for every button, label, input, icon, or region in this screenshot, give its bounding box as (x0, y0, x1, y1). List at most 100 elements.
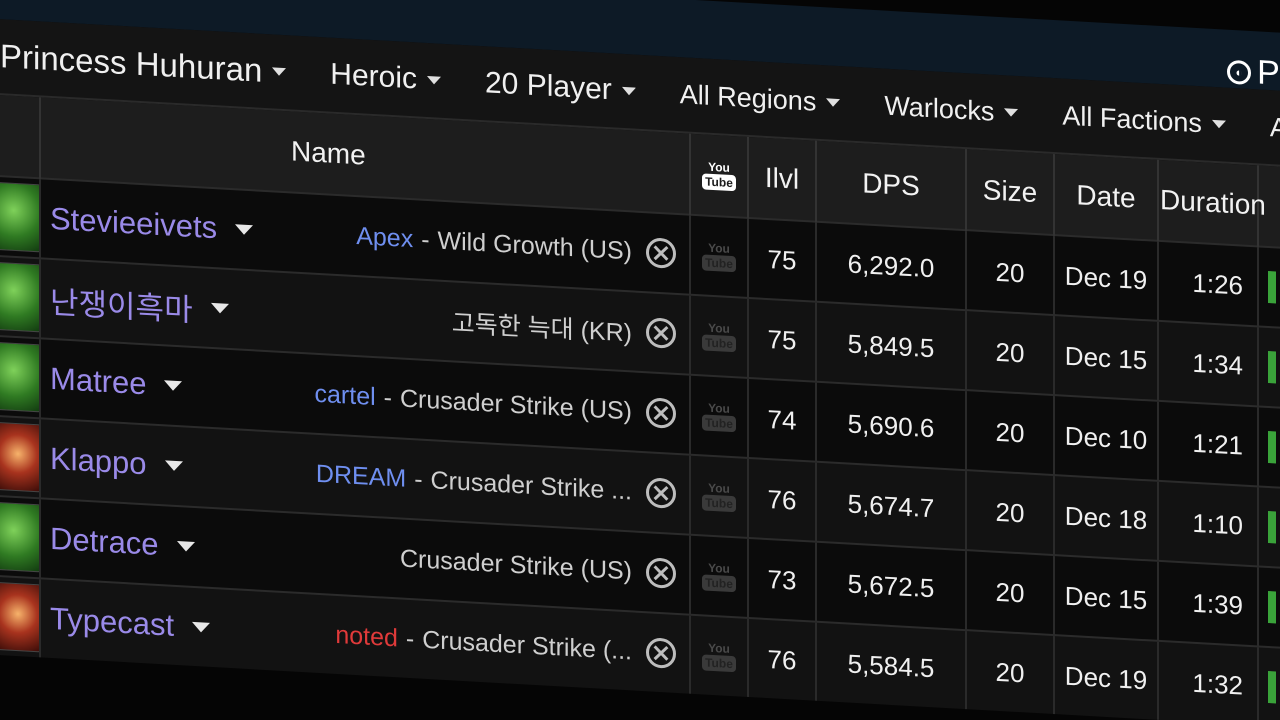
extra-cell (1258, 646, 1280, 720)
duration-value: 1:39 (1158, 560, 1258, 647)
caret-down-icon[interactable] (210, 302, 229, 314)
filter-encounter[interactable]: Princess Huhuran (0, 37, 310, 93)
extra-cell (1258, 406, 1280, 489)
guild-server: 고독한 늑대 (KR) (452, 303, 676, 352)
avatar-cell (0, 335, 41, 419)
server-name[interactable]: Crusader Strike (US) (400, 384, 632, 426)
server-name[interactable]: Crusader Strike ... (431, 466, 632, 506)
youtube-icon: You Tube (692, 159, 746, 192)
caret-down-icon[interactable] (164, 380, 183, 392)
header-size[interactable]: Size (966, 149, 1054, 236)
youtube-icon[interactable]: You Tube (692, 400, 746, 433)
header-dps[interactable]: DPS (816, 140, 966, 231)
server-name[interactable]: Wild Growth (US) (438, 226, 632, 266)
header-ilvl[interactable]: Ilvl (748, 136, 816, 222)
header-date[interactable]: Date (1054, 154, 1158, 241)
duration-value: 1:10 (1158, 480, 1258, 567)
status-bar (1268, 511, 1276, 544)
avatar[interactable] (0, 421, 41, 493)
avatar[interactable] (0, 261, 41, 333)
date-value: Dec 15 (1054, 315, 1158, 401)
player-name: 난쟁이흑마 (50, 284, 193, 328)
avatar[interactable] (0, 581, 41, 653)
youtube-icon[interactable]: You Tube (692, 240, 746, 273)
header-youtube[interactable]: You Tube (690, 133, 748, 218)
guild-name[interactable]: noted (335, 620, 398, 652)
status-bar (1268, 351, 1276, 384)
avatar-cell (0, 175, 41, 259)
caret-down-icon[interactable] (235, 224, 254, 236)
x-circle-icon[interactable] (646, 317, 676, 349)
date-value: Dec 18 (1054, 475, 1158, 561)
filter-faction[interactable]: All Factions (1042, 99, 1250, 142)
size-value: 20 (966, 390, 1054, 476)
player-name-link[interactable]: Matree (50, 360, 183, 404)
header-duration[interactable]: Duration (1158, 159, 1266, 247)
filter-class[interactable]: Warlocks (864, 89, 1042, 130)
status-bar (1268, 431, 1276, 464)
server-name[interactable]: 고독한 늑대 (KR) (452, 303, 632, 349)
size-value: 20 (966, 310, 1054, 396)
filter-faction-label: All Factions (1062, 100, 1202, 138)
server-name[interactable]: Crusader Strike (US) (400, 544, 632, 586)
extra-cell (1258, 326, 1280, 409)
guild-name[interactable]: cartel (315, 379, 376, 411)
player-name-link[interactable]: 난쟁이흑마 (50, 276, 229, 331)
caret-down-icon[interactable] (164, 460, 183, 472)
youtube-tube-label: Tube (702, 574, 736, 593)
youtube-icon[interactable]: You Tube (692, 320, 746, 353)
server-name[interactable]: Crusader Strike (... (422, 625, 632, 666)
avatar[interactable] (0, 341, 41, 413)
youtube-cell: You Tube (690, 454, 748, 538)
avatar[interactable] (0, 181, 41, 253)
youtube-icon[interactable]: You Tube (692, 640, 746, 673)
player-name-link[interactable]: Klappo (50, 441, 183, 484)
filter-region[interactable]: All Regions (660, 78, 865, 120)
filter-difficulty[interactable]: Heroic (310, 56, 465, 99)
youtube-you-label: You (708, 240, 730, 256)
youtube-cell: You Tube (690, 534, 748, 618)
guild-name[interactable]: DREAM (316, 459, 406, 493)
player-name-link[interactable]: Stevieeivets (50, 201, 254, 248)
youtube-cell: You Tube (690, 214, 748, 298)
caret-down-icon[interactable] (192, 621, 211, 633)
caret-down-icon (427, 75, 441, 85)
caret-down-icon[interactable] (176, 540, 195, 552)
youtube-icon[interactable]: You Tube (692, 560, 746, 593)
filter-size[interactable]: 20 Player (465, 65, 660, 110)
youtube-cell: You Tube (690, 374, 748, 458)
youtube-you-label: You (708, 400, 730, 416)
player-name: Typecast (50, 600, 175, 643)
player-name-link[interactable]: Detrace (50, 521, 195, 565)
player-name: Matree (50, 360, 147, 402)
filter-items[interactable]: All Ite (1250, 110, 1280, 147)
ilvl-value: 76 (748, 617, 816, 701)
x-circle-icon[interactable] (646, 397, 676, 429)
filter-items-label: All Ite (1269, 111, 1280, 146)
x-circle-icon[interactable] (646, 637, 676, 669)
filter-size-label: 20 Player (485, 66, 612, 107)
guild-server: cartel - Crusader Strike (US) (315, 379, 676, 429)
brand[interactable]: ◐ Pro (1227, 52, 1280, 96)
guild-name[interactable]: Apex (356, 222, 413, 254)
youtube-tube-label: Tube (702, 654, 736, 673)
avatar-cell (0, 495, 41, 579)
youtube-icon[interactable]: You Tube (692, 480, 746, 513)
guild-server: Apex - Wild Growth (US) (356, 221, 676, 269)
date-value: Dec 10 (1054, 395, 1158, 481)
youtube-tube-label: Tube (702, 414, 736, 433)
x-circle-icon[interactable] (646, 237, 676, 269)
ilvl-value: 75 (748, 297, 816, 382)
youtube-tube-label: Tube (702, 334, 736, 353)
size-value: 20 (966, 550, 1054, 636)
player-name: Klappo (50, 440, 147, 482)
dps-value: 5,584.5 (816, 621, 966, 710)
avatar[interactable] (0, 501, 41, 573)
caret-down-icon (826, 98, 841, 108)
extra-cell (1258, 486, 1280, 569)
x-circle-icon[interactable] (646, 477, 676, 509)
x-circle-icon[interactable] (646, 557, 676, 589)
player-name-link[interactable]: Typecast (50, 600, 211, 646)
youtube-you-label: You (708, 320, 730, 336)
duration-value: 1:26 (1158, 240, 1258, 327)
